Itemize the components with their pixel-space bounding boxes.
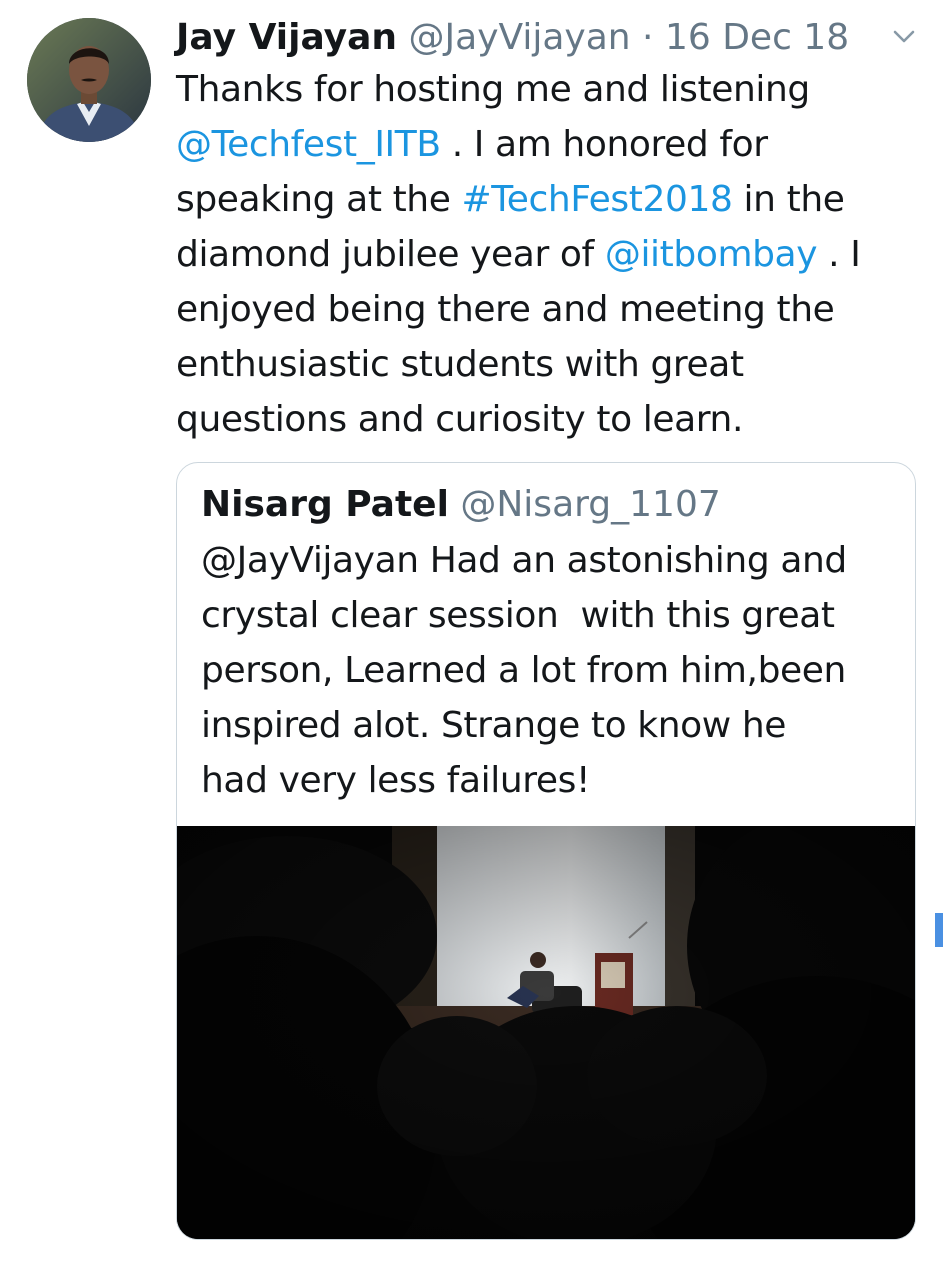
- auditorium-photo: [177, 826, 915, 1239]
- quoted-text-line: person, Learned a lot from him,been: [201, 650, 846, 691]
- tweet-text-line: questions and curiosity to learn.: [176, 399, 743, 440]
- quoted-text-line: crystal clear session with this great: [201, 595, 835, 636]
- hashtag-link[interactable]: #TechFest2018: [462, 179, 733, 220]
- header-separator: ·: [642, 17, 654, 58]
- profile-photo: [27, 18, 151, 142]
- mention-link[interactable]: @Techfest_IITB: [176, 124, 441, 165]
- tweet-text-line: enjoyed being there and meeting the: [176, 289, 835, 330]
- tweet-text: Thanks for hosting me and listening @Tec…: [176, 62, 916, 447]
- scroll-indicator: [935, 913, 943, 947]
- tweet-text-line: diamond jubilee year of @iitbombay . I: [176, 227, 916, 282]
- tweet-text-line: enthusiastic students with great: [176, 344, 744, 385]
- author-handle[interactable]: @JayVijayan: [409, 17, 631, 58]
- mention-link[interactable]: @iitbombay: [605, 234, 818, 275]
- quoted-tweet-header: Nisarg Patel @Nisarg_1107: [201, 479, 721, 531]
- quoted-author-name: Nisarg Patel: [201, 484, 449, 525]
- author-name[interactable]: Jay Vijayan: [176, 17, 397, 58]
- tweet-text-line: speaking at the #TechFest2018 in the: [176, 172, 916, 227]
- quoted-tweet-media[interactable]: [177, 826, 915, 1239]
- tweet-text-line: @Techfest_IITB . I am honored for: [176, 117, 916, 172]
- tweet-text-segment: . I am honored for: [440, 124, 768, 165]
- quoted-text-line: had very less failures!: [201, 760, 590, 801]
- tweet-text-segment: . I: [817, 234, 861, 275]
- quoted-text-line: @JayVijayan Had an astonishing and: [201, 540, 847, 581]
- chevron-down-icon[interactable]: [890, 24, 918, 48]
- tweet-date[interactable]: 16 Dec 18: [665, 17, 849, 58]
- avatar[interactable]: [27, 18, 151, 142]
- tweet-text-line: Thanks for hosting me and listening: [176, 69, 810, 110]
- tweet-header: Jay Vijayan @JayVijayan · 16 Dec 18: [176, 12, 849, 64]
- quoted-author-handle: @Nisarg_1107: [460, 484, 721, 525]
- quoted-tweet-text: @JayVijayan Had an astonishing and cryst…: [201, 533, 901, 808]
- quoted-text-line: inspired alot. Strange to know he: [201, 705, 786, 746]
- tweet-text-segment: speaking at the: [176, 179, 462, 220]
- quoted-tweet-card[interactable]: Nisarg Patel @Nisarg_1107 @JayVijayan Ha…: [176, 462, 916, 1240]
- tweet-text-segment: in the: [732, 179, 845, 220]
- tweet-text-segment: diamond jubilee year of: [176, 234, 605, 275]
